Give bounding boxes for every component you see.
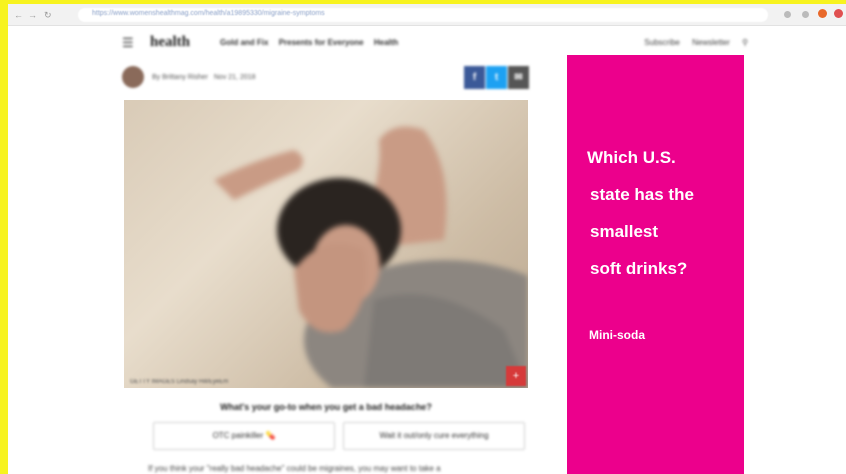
arrow-right-icon[interactable]: → (28, 10, 37, 20)
poll-option-button[interactable]: OTC painkiller 💊 (153, 422, 335, 450)
facebook-share-button[interactable]: f (464, 66, 485, 89)
twitter-share-button[interactable]: t (486, 66, 507, 89)
ad-question-line: state has the (590, 185, 694, 204)
profile-icon[interactable] (818, 9, 827, 18)
hamburger-menu-icon[interactable]: ☰ (122, 35, 134, 51)
url-text: https://www.womenshealthmag.com/health/a… (92, 10, 325, 17)
trivia-ad-card[interactable]: Which U.S. state has the smallest soft d… (567, 55, 744, 474)
ad-answer: Mini-soda (589, 328, 645, 342)
woman-headache-photo (214, 126, 528, 388)
search-icon[interactable]: ⚲ (742, 38, 748, 47)
nav-link[interactable]: Gold and Fix (220, 38, 268, 47)
browser-window: ← → ↻ https://www.womenshealthmag.com/he… (8, 4, 846, 474)
nav-link[interactable]: Presents for Everyone (279, 38, 364, 47)
reload-icon[interactable]: ↻ (44, 10, 52, 21)
author-avatar (122, 66, 144, 88)
arrow-left-icon[interactable]: ← (14, 10, 23, 20)
ad-question-line: soft drinks? (590, 259, 688, 278)
extension-icon[interactable] (802, 11, 809, 18)
site-logo[interactable]: health (150, 34, 190, 51)
article-body-text: If you think your "really bad headache" … (148, 464, 441, 473)
ad-question-line: Which U.S. (587, 148, 676, 167)
article-hero-image: GETTY IMAGES Lindsay Hill/EyeEm + (124, 100, 528, 388)
menu-icon[interactable] (834, 9, 843, 18)
site-header: ☰ health Gold and Fix Presents for Every… (118, 32, 748, 54)
ad-question-line: smallest (590, 222, 659, 241)
site-nav: Gold and Fix Presents for Everyone Healt… (220, 38, 406, 47)
ad-question: Which U.S. state has the smallest soft d… (587, 147, 694, 295)
star-icon[interactable] (784, 11, 791, 18)
pinterest-save-button[interactable]: + (506, 366, 526, 386)
browser-toolbar: ← → ↻ https://www.womenshealthmag.com/he… (8, 4, 846, 26)
site-utility-links: Subscribe Newsletter ⚲ (634, 38, 748, 47)
photo-credit: GETTY IMAGES Lindsay Hill/EyeEm (130, 379, 229, 385)
author-name[interactable]: By Brittany Risher Nov 21, 2018 (152, 74, 256, 81)
poll-question: What's your go-to when you get a bad hea… (220, 402, 432, 412)
poll-option-button[interactable]: Wait it out/only cure everything (343, 422, 525, 450)
address-bar[interactable]: https://www.womenshealthmag.com/health/a… (78, 8, 768, 22)
article-byline: By Brittany Risher Nov 21, 2018 f t ✉ (122, 66, 529, 94)
subscribe-link[interactable]: Subscribe (644, 38, 680, 47)
newsletter-link[interactable]: Newsletter (692, 38, 730, 47)
nav-link[interactable]: Health (374, 38, 398, 47)
email-share-button[interactable]: ✉ (508, 66, 529, 89)
